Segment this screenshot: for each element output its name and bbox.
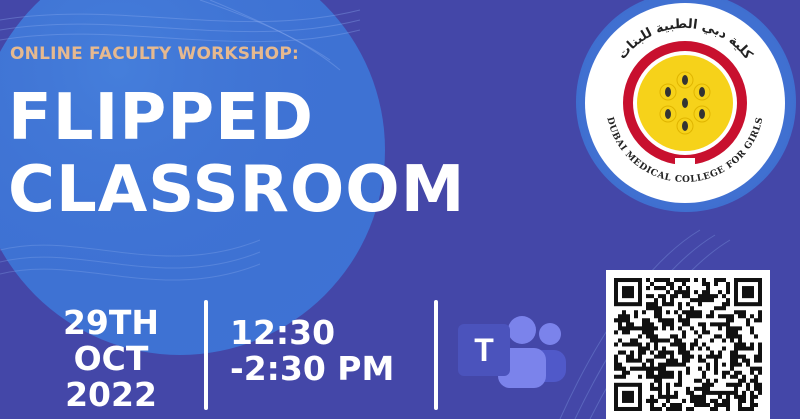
divider-right bbox=[434, 300, 438, 410]
title-line-2: CLASSROOM bbox=[8, 153, 466, 227]
time-start: 12:30 bbox=[230, 313, 336, 352]
divider-left bbox=[204, 300, 208, 410]
workshop-banner: ONLINE FACULTY WORKSHOP: FLIPPED CLASSRO… bbox=[0, 0, 800, 419]
microsoft-teams-icon: T bbox=[458, 316, 566, 388]
workshop-subtitle: ONLINE FACULTY WORKSHOP: bbox=[10, 44, 299, 64]
time-end: -2:30 PM bbox=[230, 349, 395, 388]
date-month: OCT bbox=[73, 339, 149, 378]
qr-code-pattern bbox=[614, 278, 762, 411]
title-line-1: FLIPPED bbox=[8, 81, 314, 155]
qr-code[interactable] bbox=[606, 270, 770, 419]
college-logo: كلية دبي الطبية للبنات DUBAI MEDICAL COL… bbox=[585, 3, 785, 203]
date-day: 29TH bbox=[62, 303, 160, 342]
teams-letter: T bbox=[474, 332, 494, 368]
date-year: 2022 bbox=[65, 375, 157, 414]
